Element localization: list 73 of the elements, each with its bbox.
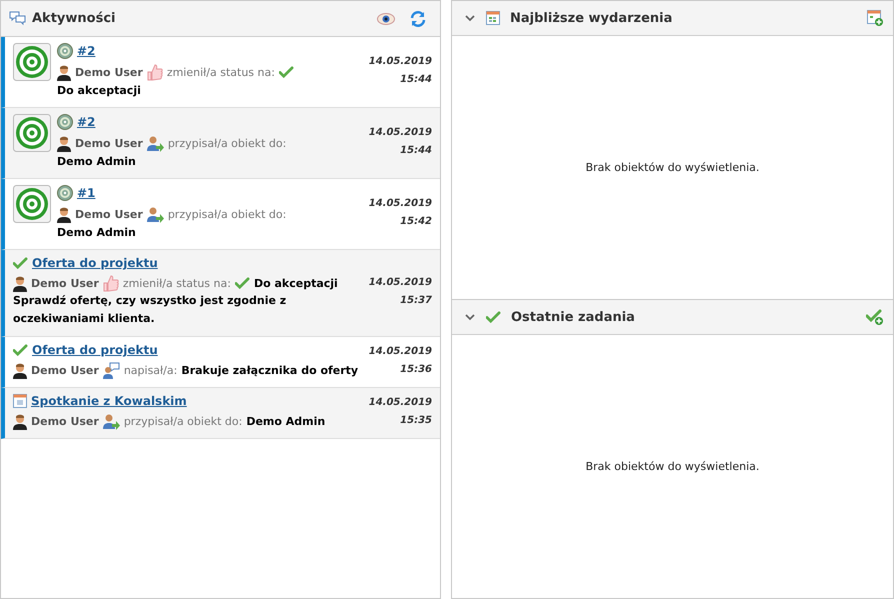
action-object: Demo Admin [57, 225, 136, 241]
action-text: przypisał/a obiekt do: [124, 414, 242, 430]
activity-time: 15:37 [399, 294, 433, 308]
widget-title: Najbliższe wydarzenia [510, 10, 674, 26]
user-icon [57, 64, 71, 80]
activity-time: 15:36 [399, 363, 433, 377]
calendar-icon [13, 394, 27, 408]
activity-title-link[interactable]: #2 [77, 115, 96, 129]
action-object: Demo Admin [246, 414, 326, 430]
target-icon [57, 43, 73, 59]
activity-title-link[interactable]: Spotkanie z Kowalskim [31, 394, 187, 408]
check-icon [278, 66, 294, 79]
activity-title-link[interactable]: Oferta do projektu [32, 256, 158, 270]
target-icon [57, 185, 73, 201]
target-thumbnail-icon [13, 185, 51, 223]
activity-title-link[interactable]: #2 [77, 44, 96, 58]
empty-message: Brak obiektów do wyświetlenia. [586, 161, 760, 174]
panel-title: Aktywności [32, 11, 116, 26]
user-arrow-icon [146, 135, 164, 152]
activity-date: 14.05.2019 [368, 55, 433, 69]
activity-title-link[interactable]: #1 [77, 186, 96, 200]
activity-time: 15:44 [399, 73, 433, 87]
action-text: zmienił/a status na: [122, 276, 231, 292]
user-name: Demo User [31, 362, 99, 378]
action-text: zmienił/a status na: [166, 64, 275, 80]
action-text: napisał/a: [124, 362, 178, 378]
action-text: przypisał/a obiekt do: [168, 136, 286, 152]
user-icon [13, 276, 27, 292]
activity-date: 14.05.2019 [368, 197, 433, 211]
check-icon [234, 277, 250, 290]
check-icon [486, 310, 501, 324]
chat-icon [9, 11, 26, 26]
check-icon [13, 256, 28, 270]
action-object: Brakuje załącznika do oferty [181, 362, 358, 378]
user-arrow-icon [146, 206, 164, 223]
user-name: Demo User [31, 414, 99, 430]
target-thumbnail-icon [13, 114, 51, 152]
thumbs-up-icon [102, 275, 119, 292]
check-icon [13, 344, 28, 356]
user-name: Demo User [75, 136, 143, 152]
activity-date: 14.05.2019 [368, 126, 433, 140]
activity-time: 15:42 [399, 215, 433, 229]
action-object: Demo Admin [57, 154, 136, 170]
user-icon [13, 362, 27, 378]
chevron-icon[interactable] [464, 313, 476, 321]
thumbs-up-icon [146, 64, 163, 81]
user-name: Demo User [75, 64, 143, 80]
activity-date: 14.05.2019 [368, 396, 433, 410]
user-name: Demo User [75, 206, 143, 222]
add-task-button[interactable] [865, 307, 885, 327]
user-name: Demo User [31, 276, 99, 292]
calendar-icon [486, 11, 500, 25]
activity-date: 14.05.2019 [368, 276, 433, 290]
action-text: przypisał/a obiekt do: [168, 206, 286, 222]
empty-message: Brak obiektów do wyświetlenia. [586, 460, 760, 473]
activity-time: 15:44 [399, 144, 433, 158]
add-event-button[interactable] [865, 8, 885, 28]
user-icon [57, 136, 71, 152]
widget-title: Ostatnie zadania [511, 310, 636, 324]
target-icon [57, 114, 73, 130]
activity-time: 15:35 [399, 414, 433, 428]
activity-date: 14.05.2019 [368, 345, 433, 359]
user-icon [57, 206, 71, 222]
user-arrow-icon [102, 413, 120, 430]
action-object: Do akceptacji [57, 83, 141, 99]
user-icon [13, 414, 27, 430]
refresh-button[interactable] [408, 8, 428, 28]
chevron-icon[interactable] [464, 14, 476, 22]
activity-title-link[interactable]: Oferta do projektu [32, 343, 158, 357]
user-comment-icon [102, 362, 120, 379]
target-thumbnail-icon [13, 43, 51, 81]
action-object: Do akceptacji [254, 276, 338, 292]
activity-note: Sprawdź ofertę, czy wszystko jest zgodnie z oczekiwaniami klienta. [13, 293, 288, 327]
